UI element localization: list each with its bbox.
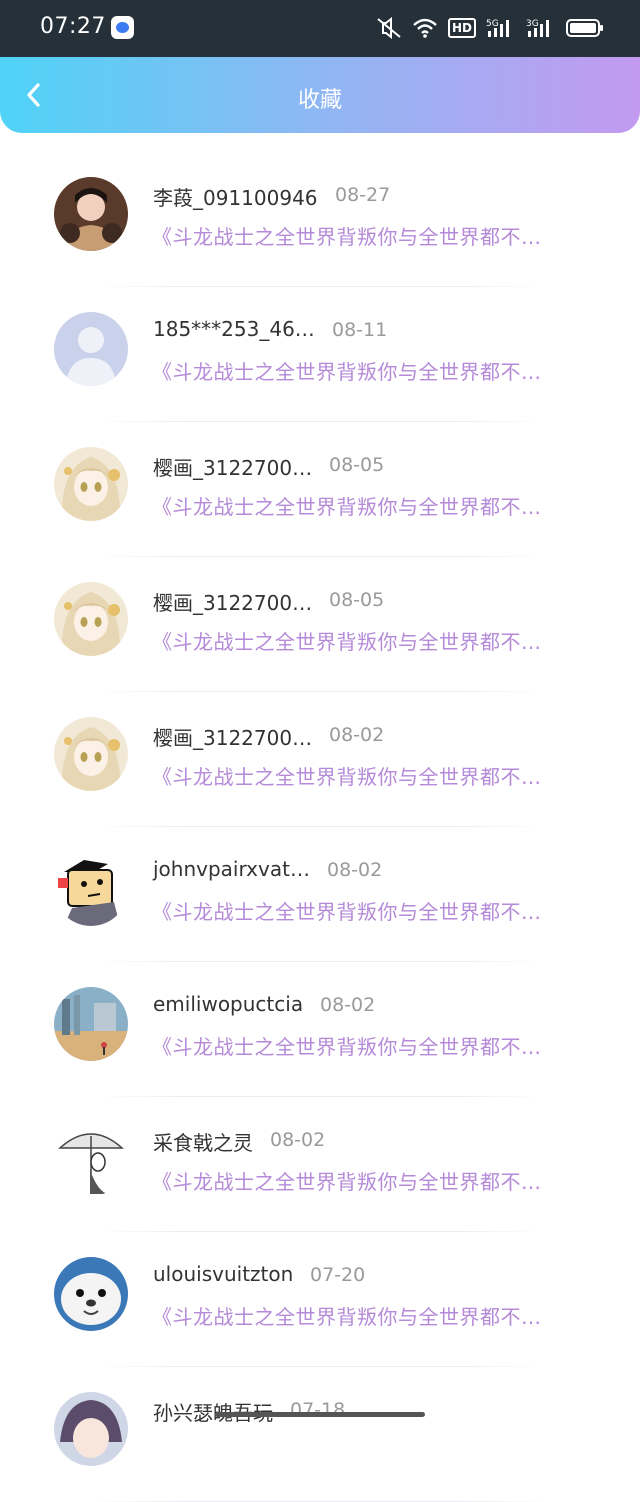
avatar[interactable] — [54, 1122, 128, 1196]
baidu-app-icon — [111, 16, 134, 39]
post-date: 08-05 — [329, 589, 385, 611]
post-date: 08-02 — [327, 859, 383, 881]
post-date: 08-27 — [335, 184, 391, 206]
book-title-link[interactable]: 《斗龙战士之全世界背叛你与全世界都不… — [152, 221, 542, 250]
hd-icon: HD — [447, 18, 476, 38]
book-title-link[interactable]: 《斗龙战士之全世界背叛你与全世界都不… — [152, 1031, 542, 1060]
status-time: 07:27 — [40, 14, 106, 39]
avatar[interactable] — [54, 987, 128, 1061]
header-bar: 收藏 — [0, 57, 640, 133]
list-item[interactable]: emiliwopuctcia 08-02 《斗龙战士之全世界背叛你与全世界都不… — [0, 962, 640, 1097]
signal-3g-icon: 3G — [526, 17, 556, 39]
list-item[interactable]: 樱画_3122700… 08-05 《斗龙战士之全世界背叛你与全世界都不… — [0, 422, 640, 557]
book-title-link[interactable]: 《斗龙战士之全世界背叛你与全世界都不… — [152, 356, 542, 385]
user-name: 樱画_3122700… — [153, 591, 313, 615]
post-date: 08-02 — [329, 724, 385, 746]
list-item[interactable]: 李葮_091100946 08-27 《斗龙战士之全世界背叛你与全世界都不… — [0, 152, 640, 287]
user-name: 樱画_3122700… — [153, 726, 313, 750]
status-icons: HD 5G 3G — [376, 14, 603, 42]
list-item[interactable]: 185***253_46… 08-11 《斗龙战士之全世界背叛你与全世界都不… — [0, 287, 640, 422]
user-name: 樱画_3122700… — [153, 456, 313, 480]
battery-icon — [566, 19, 603, 37]
svg-text:3G: 3G — [526, 19, 539, 29]
user-name: 185***253_46… — [153, 317, 315, 341]
page-title: 收藏 — [297, 88, 342, 113]
signal-5g-icon: 5G — [486, 17, 516, 39]
favorites-list: 李葮_091100946 08-27 《斗龙战士之全世界背叛你与全世界都不… 185*… — [0, 152, 640, 1502]
home-indicator — [215, 1412, 425, 1417]
avatar[interactable] — [54, 717, 128, 791]
avatar[interactable] — [54, 447, 128, 521]
post-date: 08-02 — [270, 1129, 326, 1151]
list-item[interactable]: 樱画_3122700… 08-05 《斗龙战士之全世界背叛你与全世界都不… — [0, 557, 640, 692]
user-name: johnvpairxvat… — [153, 857, 310, 881]
mute-icon — [376, 16, 402, 40]
avatar[interactable] — [54, 582, 128, 656]
avatar[interactable] — [54, 1392, 128, 1466]
avatar[interactable] — [54, 312, 128, 386]
svg-text:5G: 5G — [486, 19, 499, 29]
post-date: 08-02 — [320, 994, 376, 1016]
post-date: 07-20 — [310, 1264, 366, 1286]
user-name: 采食戟之灵 — [153, 1131, 253, 1155]
book-title-link[interactable]: 《斗龙战士之全世界背叛你与全世界都不… — [152, 626, 542, 655]
post-date: 08-05 — [329, 454, 385, 476]
wifi-icon — [412, 17, 438, 39]
user-name: ulouisvuitzton — [153, 1262, 294, 1286]
list-item[interactable]: ulouisvuitzton 07-20 《斗龙战士之全世界背叛你与全世界都不… — [0, 1232, 640, 1367]
avatar[interactable] — [54, 177, 128, 251]
book-title-link[interactable]: 《斗龙战士之全世界背叛你与全世界都不… — [152, 896, 542, 925]
book-title-link[interactable]: 《斗龙战士之全世界背叛你与全世界都不… — [152, 491, 542, 520]
status-bar: 07:27 HD 5G 3G — [0, 0, 640, 57]
user-name: emiliwopuctcia — [153, 992, 304, 1016]
post-date: 08-11 — [332, 319, 388, 341]
list-item[interactable]: 樱画_3122700… 08-02 《斗龙战士之全世界背叛你与全世界都不… — [0, 692, 640, 827]
list-item[interactable]: johnvpairxvat… 08-02 《斗龙战士之全世界背叛你与全世界都不… — [0, 827, 640, 962]
list-item[interactable]: 孙兴瑟魄吾玩 07-18 — [0, 1367, 640, 1502]
book-title-link[interactable]: 《斗龙战士之全世界背叛你与全世界都不… — [152, 761, 542, 790]
avatar[interactable] — [54, 852, 128, 926]
user-name: 李葮_091100946 — [153, 186, 318, 210]
book-title-link[interactable]: 《斗龙战士之全世界背叛你与全世界都不… — [152, 1166, 542, 1195]
avatar[interactable] — [54, 1257, 128, 1331]
list-item[interactable]: 采食戟之灵 08-02 《斗龙战士之全世界背叛你与全世界都不… — [0, 1097, 640, 1232]
book-title-link[interactable]: 《斗龙战士之全世界背叛你与全世界都不… — [152, 1301, 542, 1330]
post-date: 07-18 — [290, 1399, 346, 1421]
